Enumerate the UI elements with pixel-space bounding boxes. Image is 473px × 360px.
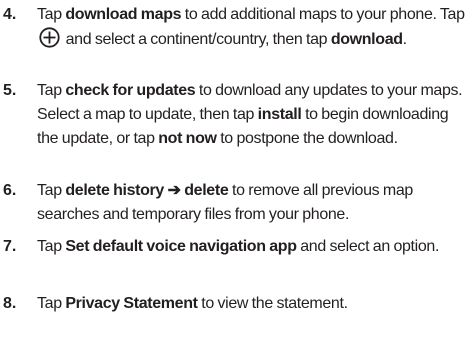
step-text-run: to postpone the download. (216, 130, 398, 147)
step-text-run: Tap (37, 295, 66, 312)
step-text: Tap Privacy Statement to view the statem… (37, 292, 469, 316)
step-text: Tap delete history ➔ delete to remove al… (37, 179, 469, 227)
circle-plus-icon (39, 27, 60, 48)
step-text-run: to view the statement. (197, 295, 348, 312)
step-number: 6. (3, 182, 17, 199)
step-text-bold: download (330, 31, 403, 48)
step-text-run: Tap (37, 182, 66, 199)
step-number: 7. (3, 238, 17, 255)
step-text: Tap check for updates to download any up… (37, 79, 469, 151)
step-text-bold: install (257, 106, 302, 123)
step-number: 4. (3, 6, 17, 23)
step-text-run: and select a continent/country, then tap (62, 31, 331, 48)
step-text: Tap download maps to add additional maps… (37, 3, 469, 52)
step-text-run: to add additional maps to your phone. Ta… (181, 6, 465, 23)
step-text-bold: Privacy Statement (65, 295, 198, 312)
step-text-run: Tap (37, 6, 66, 23)
step-number: 5. (3, 82, 17, 99)
step-text-run: Tap (37, 82, 66, 99)
step-text-run: . (402, 31, 407, 48)
step-text-bold: delete history ➔ delete (65, 182, 229, 199)
step-text-run: Tap (37, 238, 66, 255)
step-number: 8. (3, 295, 17, 312)
step-text-bold: check for updates (65, 82, 196, 99)
step-text-run: and select an option. (296, 238, 440, 255)
step-text-bold: not now (158, 130, 217, 147)
step-text-bold: Set default voice navigation app (65, 238, 297, 255)
step-text: Tap Set default voice navigation app and… (37, 235, 469, 259)
step-text-bold: download maps (65, 6, 182, 23)
